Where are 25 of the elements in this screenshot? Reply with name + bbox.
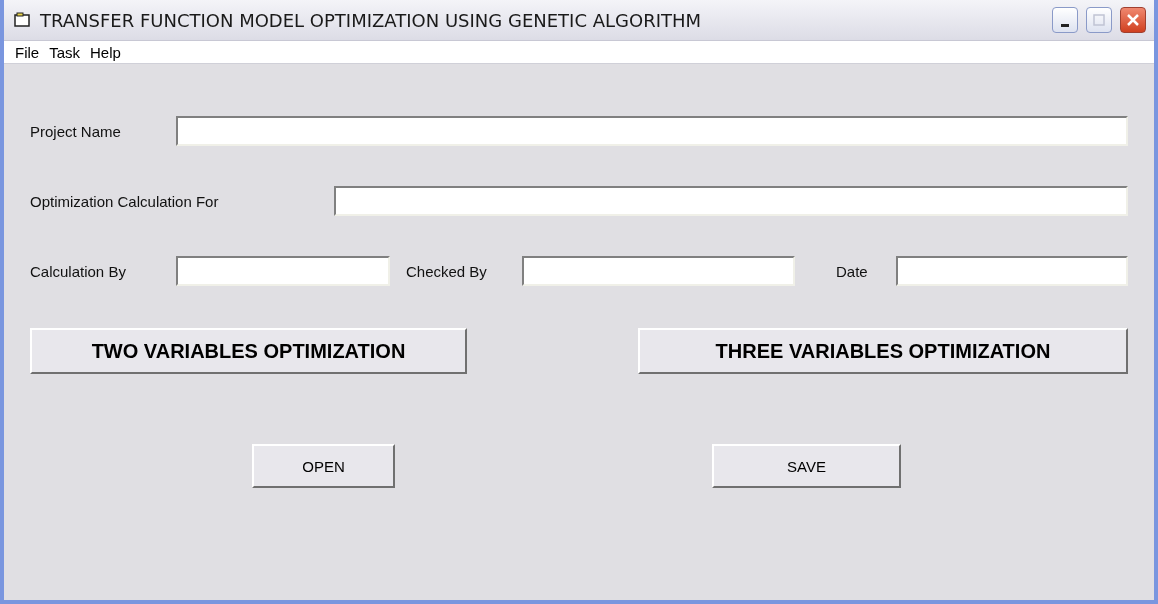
menu-item[interactable]: Help [85,43,126,61]
field-label: Calculation By [30,262,127,280]
field-label: Date [836,262,869,280]
close-icon [1126,13,1140,27]
minimize-icon [1061,23,1069,27]
maximize-button[interactable] [1086,7,1112,33]
two-variables-button[interactable]: TWO VARIABLES OPTIMIZATION [30,328,467,374]
save-button[interactable]: SAVE [712,444,901,488]
field-label: Checked By [406,262,488,280]
field-label: Project Name [30,122,122,140]
minimize-button[interactable] [1052,7,1078,33]
open-button[interactable]: OPEN [252,444,395,488]
input-field[interactable] [896,256,1128,286]
menu-item[interactable]: File [10,43,45,61]
window-title: TRANSFER FUNCTION MODEL OPTIMIZATION USING GENETIC ALGORITHM [40,9,703,31]
input-field[interactable] [176,256,390,286]
field-label: Optimization Calculation For [30,192,220,210]
maximize-icon [1093,14,1105,26]
app-icon [14,12,32,28]
close-button[interactable] [1120,7,1146,33]
menu-item[interactable]: Task [44,43,85,61]
three-variables-button[interactable]: THREE VARIABLES OPTIMIZATION [638,328,1128,374]
input-field[interactable] [334,186,1128,216]
input-field[interactable] [176,116,1128,146]
input-field[interactable] [522,256,795,286]
